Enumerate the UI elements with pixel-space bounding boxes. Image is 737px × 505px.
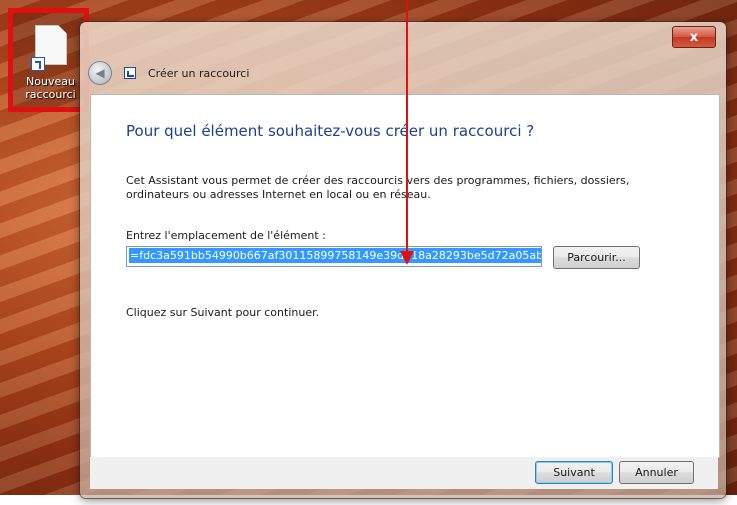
desktop-shortcut-label: Nouveau raccourci	[25, 75, 76, 101]
continue-hint: Cliquez sur Suivant pour continuer.	[126, 306, 320, 319]
location-input[interactable]: =fdc3a591bb54990b667af30115899758149e39d…	[126, 246, 542, 267]
browse-button[interactable]: Parcourir...	[553, 246, 640, 269]
annotation-arrow-head	[400, 251, 414, 265]
shortcut-arrow-icon	[31, 57, 45, 71]
window-title: Créer un raccourci	[148, 66, 250, 80]
shortcut-icon	[124, 67, 136, 79]
desktop-shortcut-icon[interactable]: Nouveau raccourci	[8, 8, 89, 112]
annotation-arrow-line	[406, 0, 408, 252]
wizard-heading: Pour quel élément souhaitez-vous créer u…	[126, 122, 535, 140]
back-button[interactable]: ◀	[88, 61, 112, 85]
wizard-content: Pour quel élément souhaitez-vous créer u…	[90, 94, 720, 458]
back-arrow-icon: ◀	[95, 66, 105, 80]
cancel-button[interactable]: Annuler	[619, 461, 694, 484]
window-nav: ◀ Créer un raccourci	[88, 60, 249, 86]
close-icon: x	[689, 29, 699, 45]
location-value: =fdc3a591bb54990b667af30115899758149e39d…	[129, 248, 541, 263]
next-button[interactable]: Suivant	[535, 461, 613, 484]
location-label: Entrez l'emplacement de l'élément :	[126, 229, 326, 242]
close-button[interactable]: x	[672, 26, 716, 48]
